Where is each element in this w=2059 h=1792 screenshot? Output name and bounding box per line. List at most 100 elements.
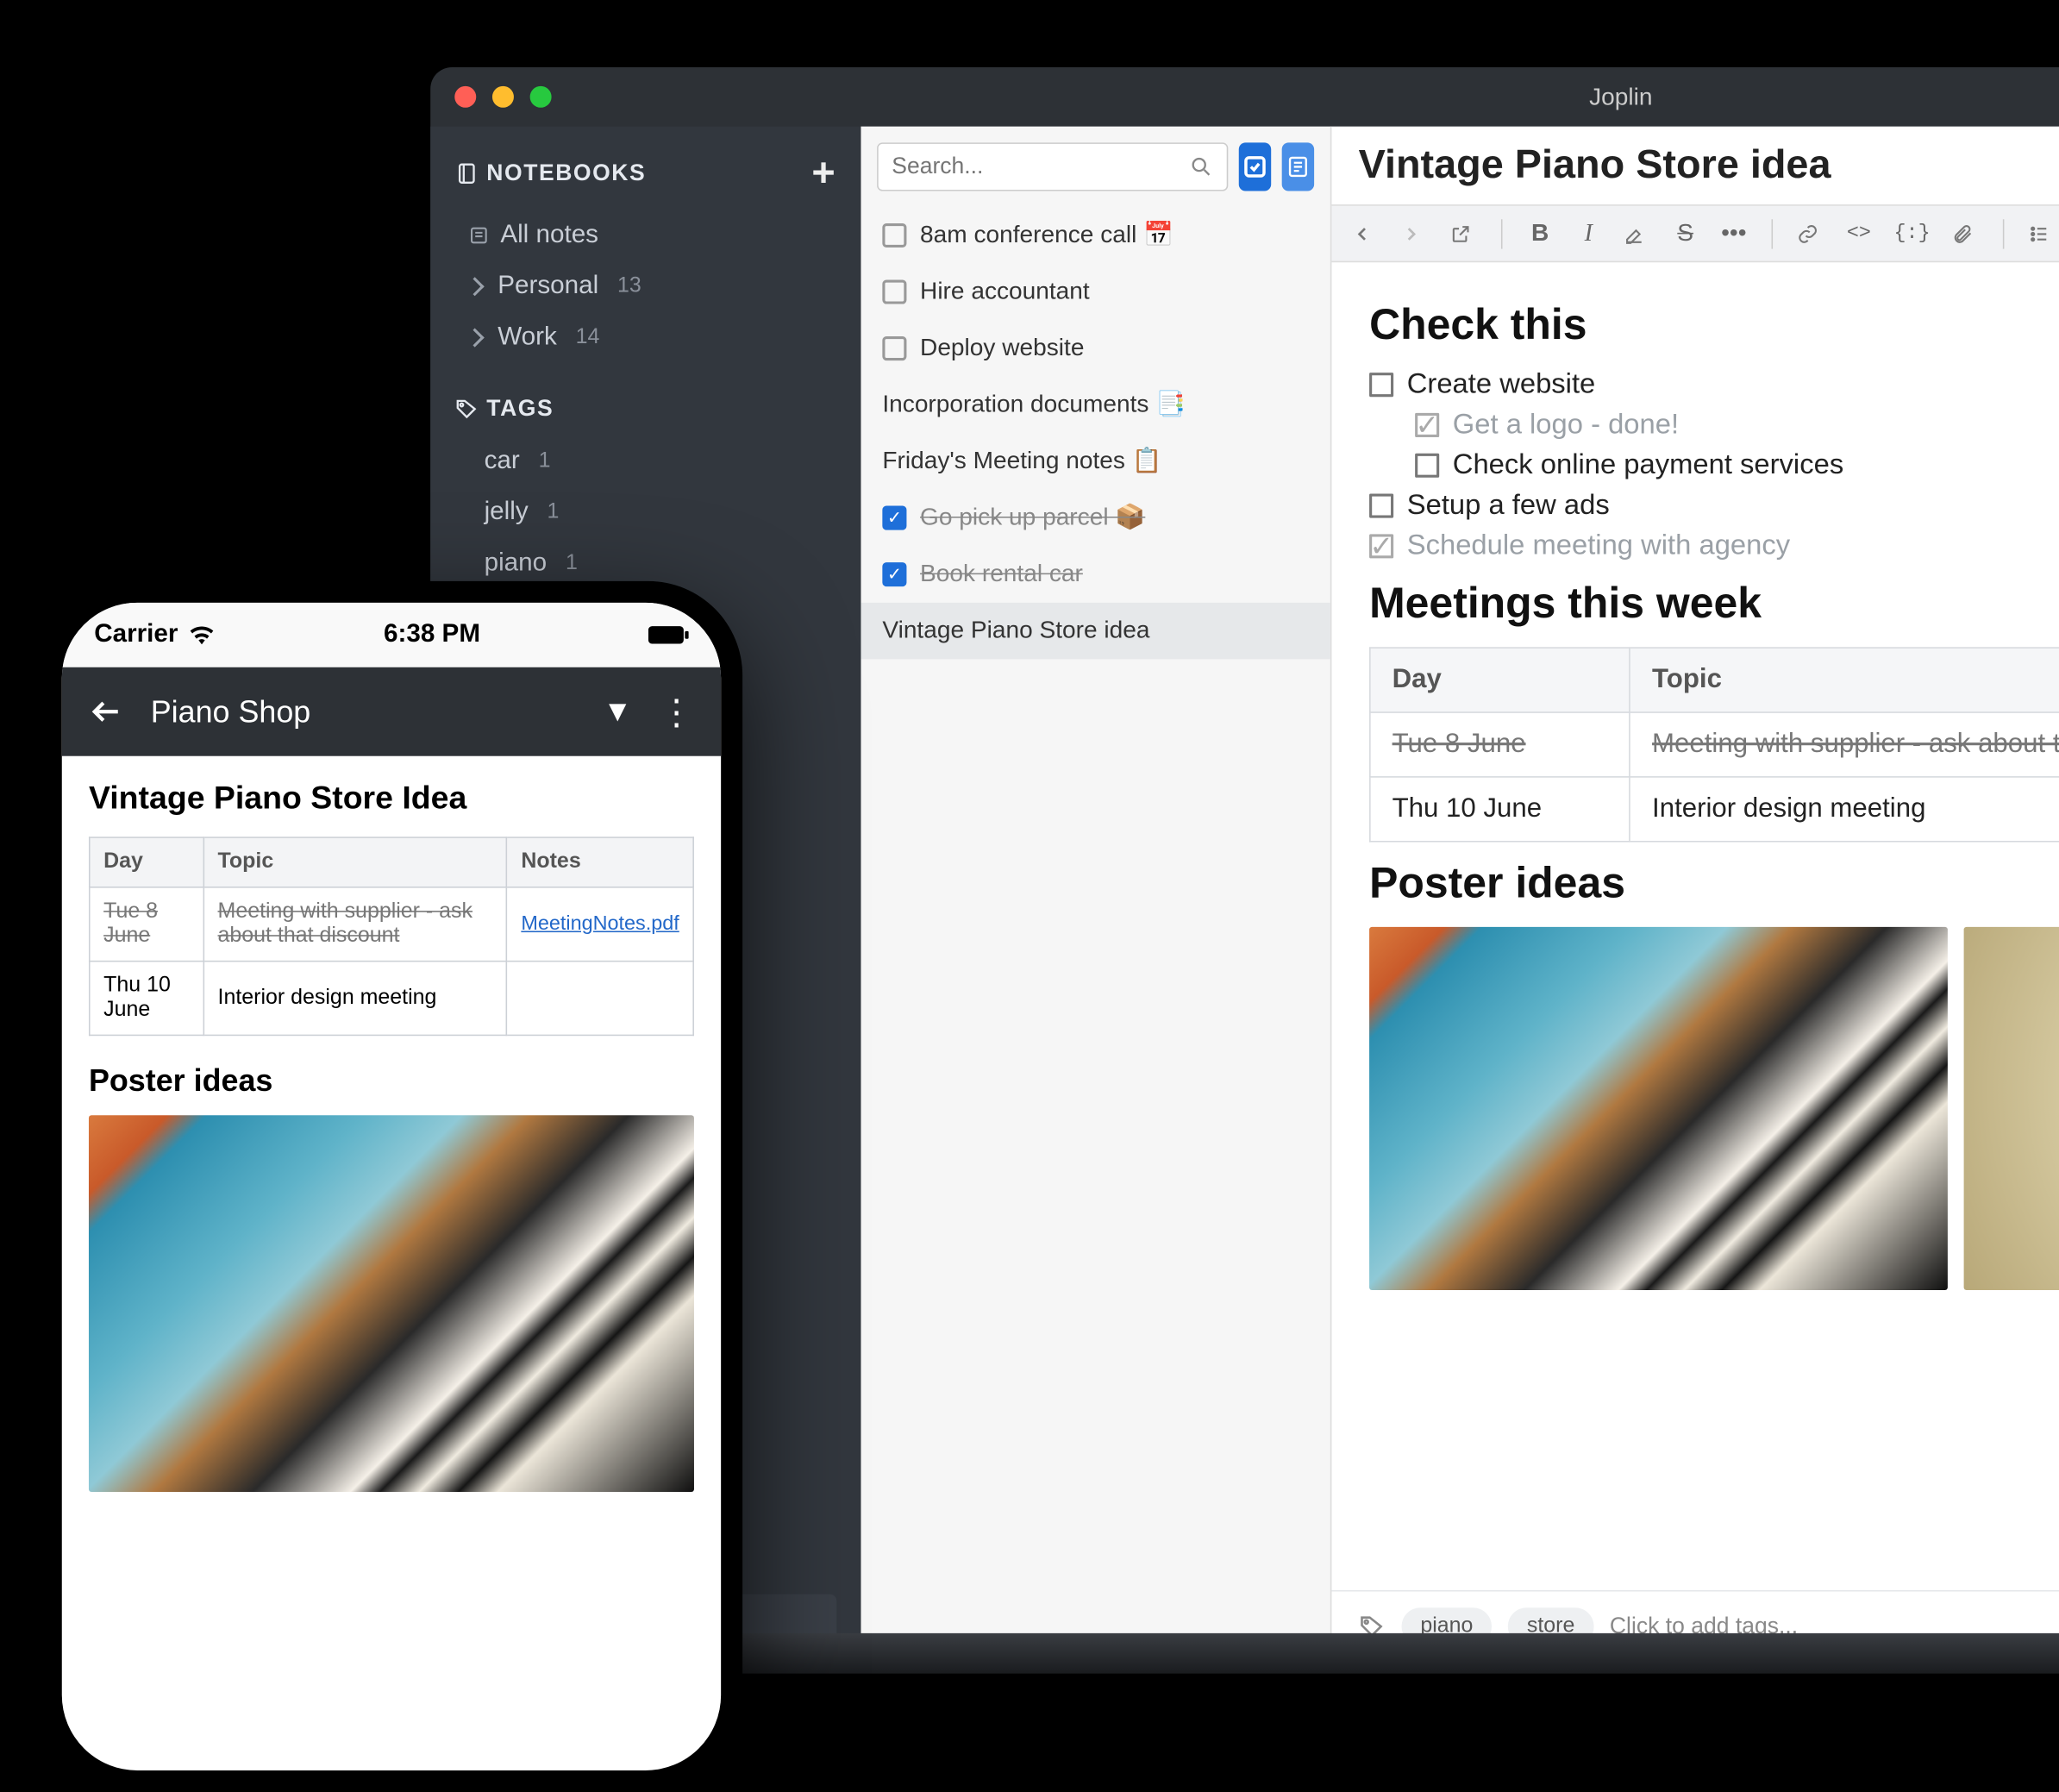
tag-jelly[interactable]: jelly1 — [430, 487, 861, 538]
todo-text: Check online payment services — [1453, 449, 1843, 481]
note-list-item[interactable]: Hire accountant — [861, 264, 1330, 321]
editor-toolbar: B I S ••• <> {:} 123 — [1331, 204, 2059, 262]
todo-item[interactable]: Check online payment services — [1415, 449, 2059, 481]
menu-button[interactable]: ⋮ — [659, 691, 694, 732]
note-list-item[interactable]: Friday's Meeting notes 📋 — [861, 433, 1330, 490]
phone-appbar: Piano Shop ▼ ⋮ — [62, 667, 721, 756]
all-notes-item[interactable]: All notes — [430, 210, 861, 260]
notebook-label: Personal — [498, 272, 598, 301]
tag-label: jelly — [485, 498, 529, 527]
todo-text: Get a logo - done! — [1453, 409, 1679, 441]
todo-item[interactable]: Create website — [1369, 368, 2059, 400]
titlebar: Joplin — [430, 67, 2059, 127]
table-row: Thu 10 JuneInterior design meeting — [90, 962, 693, 1036]
phone-note-body[interactable]: Vintage Piano Store Idea DayTopicNotes T… — [62, 756, 721, 1770]
poster-image-record — [1964, 927, 2059, 1290]
poster-image-piano — [1369, 927, 1948, 1290]
note-list-item[interactable]: ✓ Go pick up parcel 📦 — [861, 490, 1330, 547]
note-title[interactable]: Vintage Piano Store idea — [1359, 142, 2059, 188]
note-content[interactable]: Check this Create website ✓ Get a logo - d… — [1331, 262, 2059, 1590]
note-checkbox[interactable] — [882, 222, 906, 247]
notebook-personal[interactable]: Personal 13 — [430, 261, 861, 312]
highlight-button[interactable] — [1624, 222, 1650, 244]
tag-car[interactable]: car1 — [430, 435, 861, 486]
notes-icon — [468, 225, 490, 247]
search-input[interactable] — [892, 154, 1189, 180]
battery-icon — [648, 625, 689, 644]
chevron-right-icon — [466, 329, 485, 348]
search-icon — [1189, 154, 1213, 179]
note-title-text: Friday's Meeting notes 📋 — [882, 447, 1161, 475]
wifi-icon — [189, 625, 216, 644]
todo-checkbox[interactable]: ✓ — [1369, 534, 1393, 558]
external-link-button[interactable] — [1450, 222, 1477, 244]
todo-checkbox[interactable] — [1369, 494, 1393, 518]
note-title-text: Hire accountant — [920, 277, 1090, 305]
dropdown-button[interactable]: ▼ — [603, 694, 632, 730]
note-title-text: Book rental car — [920, 560, 1083, 588]
note-title-text: Go pick up parcel 📦 — [920, 503, 1145, 531]
table-row: Tue 8 JuneMeeting with supplier - ask ab… — [90, 887, 693, 962]
table-header: Day — [90, 837, 203, 887]
phone-time: 6:38 PM — [384, 620, 480, 649]
todo-text: Schedule meeting with agency — [1407, 530, 1790, 562]
todo-item[interactable]: Setup a few ads — [1369, 490, 2059, 522]
notebook-icon — [454, 161, 479, 185]
new-note-button[interactable] — [1282, 142, 1314, 191]
link-button[interactable] — [1797, 222, 1824, 244]
note-checkbox[interactable] — [882, 335, 906, 360]
tag-label: car — [485, 447, 520, 476]
table-header: Day — [1370, 648, 1630, 712]
note-list-item[interactable]: 8am conference call 📅 — [861, 207, 1330, 264]
notebooks-header: NOTEBOOKS + — [430, 137, 861, 210]
heading-check: Check this — [1369, 300, 2059, 350]
note-list-panel: 8am conference call 📅 Hire accountant Depl… — [861, 127, 1331, 1662]
todo-checkbox[interactable] — [1369, 373, 1393, 397]
note-checkbox[interactable]: ✓ — [882, 505, 906, 529]
note-list-item[interactable]: Incorporation documents 📑 — [861, 377, 1330, 434]
notebook-work[interactable]: Work 14 — [430, 312, 861, 363]
tag-label: piano — [485, 548, 548, 578]
todo-checkbox[interactable] — [1415, 454, 1439, 478]
phone-appbar-title: Piano Shop — [151, 693, 576, 730]
more-format-button[interactable]: ••• — [1720, 219, 1747, 247]
note-list: 8am conference call 📅 Hire accountant Depl… — [861, 207, 1330, 659]
attach-button[interactable] — [1952, 222, 1979, 244]
chevron-right-icon — [466, 277, 485, 296]
attachment-link[interactable]: MeetingNotes.pdf — [521, 912, 679, 936]
note-list-item[interactable]: Deploy website — [861, 320, 1330, 377]
add-notebook-button[interactable]: + — [811, 151, 836, 197]
todo-item[interactable]: ✓ Get a logo - done! — [1415, 409, 2059, 441]
code-button[interactable]: <> — [1845, 222, 1872, 245]
table-header: Topic — [1630, 648, 2059, 712]
new-todo-button[interactable] — [1239, 142, 1271, 191]
italic-button[interactable]: I — [1575, 219, 1602, 247]
note-list-item[interactable]: Vintage Piano Store idea — [861, 603, 1330, 660]
todo-list: Create website ✓ Get a logo - done! Check o… — [1369, 368, 2059, 562]
all-notes-label: All notes — [500, 221, 598, 250]
bold-button[interactable]: B — [1527, 219, 1554, 247]
phone-note-title: Vintage Piano Store Idea — [89, 780, 694, 818]
table-row: Tue 8 JuneMeeting with supplier - ask ab… — [1370, 712, 2059, 777]
bullet-list-button[interactable] — [2029, 222, 2056, 244]
window-title: Joplin — [430, 83, 2059, 111]
note-checkbox[interactable]: ✓ — [882, 561, 906, 586]
meetings-table: DayTopicNotes Tue 8 JuneMeeting with sup… — [1369, 647, 2059, 842]
table-row: Thu 10 JuneInterior design meeting — [1370, 777, 2059, 842]
strike-button[interactable]: S — [1672, 219, 1699, 247]
nav-back-button[interactable] — [1353, 224, 1380, 243]
todo-item[interactable]: ✓ Schedule meeting with agency — [1369, 530, 2059, 562]
carrier-label: Carrier — [94, 620, 178, 649]
back-button[interactable] — [89, 694, 124, 730]
notebook-label: Work — [498, 323, 557, 352]
code-block-button[interactable]: {:} — [1893, 222, 1930, 245]
note-list-item[interactable]: ✓ Book rental car — [861, 546, 1330, 603]
note-checkbox[interactable] — [882, 279, 906, 304]
search-box[interactable] — [877, 142, 1228, 191]
note-title-text: 8am conference call 📅 — [920, 221, 1173, 249]
phone-meetings-table: DayTopicNotes Tue 8 JuneMeeting with sup… — [89, 836, 694, 1036]
todo-checkbox[interactable]: ✓ — [1415, 413, 1439, 437]
notebooks-label: NOTEBOOKS — [486, 160, 646, 187]
nav-forward-button[interactable] — [1402, 224, 1429, 243]
heading-meetings: Meetings this week — [1369, 579, 2059, 629]
